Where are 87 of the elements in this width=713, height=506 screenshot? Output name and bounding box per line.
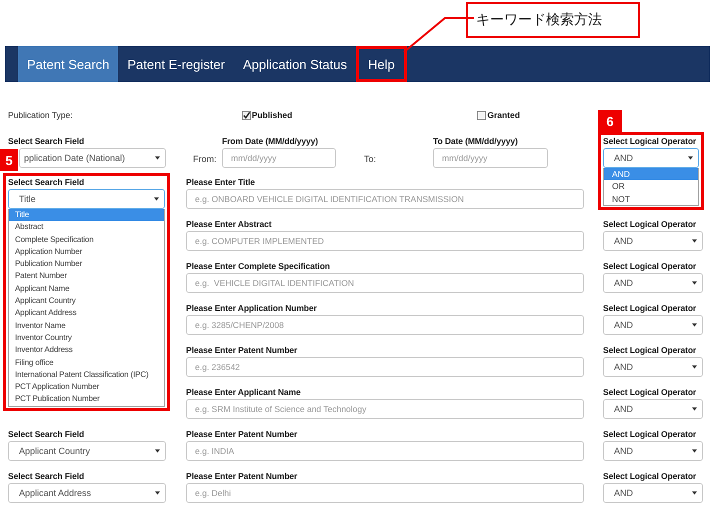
dropdown-option[interactable]: PCT Application Number [9,381,164,394]
search-input-field[interactable]: e.g. VEHICLE DIGITAL IDENTIFICATION [186,273,584,293]
to-date-field[interactable]: mm/dd/yyyy [433,148,548,168]
field-label: To Date (MM/dd/yyyy) [433,135,519,147]
logical-operator-select[interactable]: AND [603,357,703,377]
caret-icon [155,449,160,453]
publication-type-label: Publication Type: [8,110,74,120]
field-label: Please Enter Application Number [186,302,318,314]
caret-icon [155,491,160,495]
logical-operator-select[interactable]: AND [603,148,699,168]
field-label: Select Logical Operator [603,344,698,356]
caret-icon [692,365,697,369]
logical-operator-select[interactable]: AND [603,231,703,251]
nav-tab[interactable]: Patent E-register [118,46,234,82]
field-label: Please Enter Applicant Name [186,386,302,398]
field-label: Select Logical Operator [603,386,698,398]
dropdown-option[interactable]: Publication Number [9,258,164,270]
logical-operator-select[interactable]: AND [603,273,703,293]
annotation-badge: 5 [0,149,18,171]
dropdown-option[interactable]: OR [604,180,698,193]
field-label: Please Enter Title [186,176,256,188]
field-label: Select Logical Operator [603,470,698,482]
search-input-field[interactable]: e.g. SRM Institute of Science and Technology [186,399,584,419]
field-label: From Date (MM/dd/yyyy) [222,135,320,147]
dropdown-option[interactable]: Applicant Name [9,282,164,296]
field-label: Select Logical Operator [603,135,698,147]
dropdown-option[interactable]: Applicant Address [9,307,164,320]
field-label: Please Enter Patent Number [186,344,298,356]
caret-icon [692,491,697,495]
search-field-select[interactable]: pplication Date (National) [19,148,166,168]
nav-tab[interactable]: Application Status [234,46,356,82]
field-label: Please Enter Abstract [186,218,272,230]
nav-tab[interactable]: Help [356,46,407,82]
logical-operator-select[interactable]: AND [603,441,703,461]
search-field-select[interactable]: Title [8,189,165,209]
from-label: From: [192,154,218,166]
search-input-field[interactable]: e.g. INDIA [186,441,584,461]
search-input-field[interactable]: e.g. COMPUTER IMPLEMENTED [186,231,584,251]
dropdown-option[interactable]: PCT Publication Number [9,393,164,406]
dropdown-option[interactable]: NOT [604,192,698,205]
logical-operator-select[interactable]: AND [603,483,703,503]
field-label: Select Search Field [8,135,86,147]
checkbox-icon[interactable] [242,110,251,120]
search-field-select[interactable]: Applicant Country [8,441,166,461]
nav-tab[interactable]: Patent Search [18,46,118,82]
logical-operator-select[interactable]: AND [603,399,703,419]
field-label: Select Logical Operator [603,428,698,440]
to-label: To: [364,154,378,166]
annotation-badge: 6 [598,110,622,132]
dropdown-option[interactable]: International Patent Classification (IPC) [9,368,164,382]
leader-line [403,17,474,53]
checkbox-icon[interactable] [477,110,486,120]
search-input-field[interactable]: e.g. 236542 [186,357,584,377]
dropdown-option[interactable]: Complete Specification [9,234,164,246]
search-input-field[interactable]: e.g. 3285/CHENP/2008 [186,315,584,335]
caret-icon [692,323,697,327]
field-label: Please Enter Patent Number [186,428,298,440]
field-label: Select Logical Operator [603,218,698,230]
field-label: Select Logical Operator [603,260,698,272]
callout-note: キーワード検索方法 [466,2,640,38]
publication-type-checkbox[interactable]: Published [242,110,478,120]
caret-icon [155,156,160,160]
search-input-field[interactable]: e.g. Delhi [186,483,584,503]
field-label: Select Search Field [8,428,86,440]
caret-icon [692,239,697,243]
dropdown-option[interactable]: Applicant Country [9,295,164,308]
field-label: Select Logical Operator [603,302,698,314]
dropdown-option[interactable]: Inventor Address [9,344,164,357]
caret-icon [154,197,159,201]
logical-operator-select[interactable]: AND [603,315,703,335]
dropdown-option[interactable]: Inventor Country [9,332,164,344]
caret-icon [692,407,697,411]
caret-icon [692,449,697,453]
field-label: Select Search Field [8,470,86,482]
search-input-field[interactable]: e.g. ONBOARD VEHICLE DIGITAL IDENTIFICATION TRANSMISSION [186,189,584,209]
field-label: Please Enter Patent Number [186,470,298,482]
search-field-select[interactable]: Applicant Address [8,483,166,503]
from-date-field[interactable]: mm/dd/yyyy [222,148,336,168]
dropdown-option[interactable]: Filing office [9,356,164,369]
caret-icon [688,156,693,160]
dropdown-option[interactable]: Application Number [9,246,164,258]
field-label: Select Search Field [8,176,86,188]
caret-icon [692,281,697,285]
dropdown-option[interactable]: Patent Number [9,270,164,283]
dropdown-option[interactable]: Inventor Name [9,320,164,332]
dropdown-option[interactable]: Abstract [9,221,164,234]
field-label: Please Enter Complete Specification [186,260,331,272]
